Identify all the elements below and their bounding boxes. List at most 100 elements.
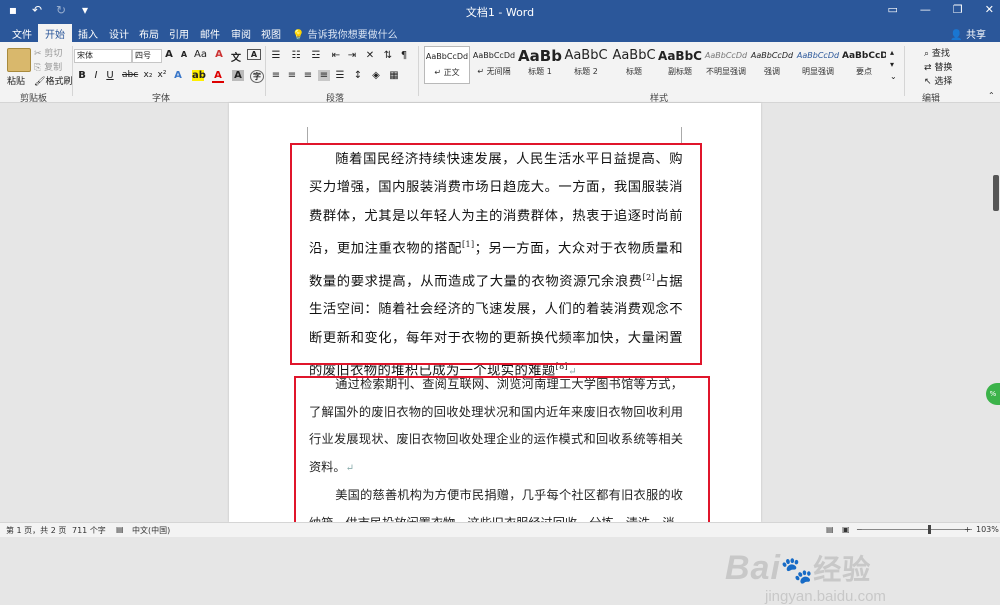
style-strong[interactable]: AaBbCcD 要点: [842, 46, 886, 82]
zoom-level[interactable]: 103%: [976, 525, 999, 534]
tab-layout[interactable]: 布局: [139, 26, 159, 41]
zoom-slider[interactable]: [862, 529, 972, 530]
subscript-icon[interactable]: x₂: [142, 70, 154, 80]
tab-review[interactable]: 审阅: [231, 26, 251, 41]
scrollbar-thumb[interactable]: [993, 175, 999, 211]
proofing-icon[interactable]: ▤: [116, 525, 124, 534]
document-page[interactable]: 随着国民经济持续快速发展，人民生活水平日益提高、购买力增强，国内服装消费市场日趋…: [229, 103, 761, 530]
cut-button[interactable]: ✂ 剪切: [34, 46, 62, 59]
replace-button[interactable]: ⇄ 替换: [924, 60, 952, 73]
increase-indent-icon[interactable]: ⇥: [346, 50, 358, 61]
sort-icon[interactable]: ⇅: [382, 50, 394, 61]
change-case-icon[interactable]: Aa: [194, 49, 207, 60]
replace-label: 替换: [934, 63, 953, 73]
tab-references[interactable]: 引用: [169, 26, 189, 41]
style-subtitle[interactable]: AaBbC 副标题: [658, 46, 702, 82]
minimize-icon[interactable]: —: [920, 3, 931, 16]
multilevel-list-icon[interactable]: ☲: [310, 50, 322, 61]
show-marks-icon[interactable]: ¶: [398, 50, 410, 61]
vertical-scrollbar[interactable]: [992, 103, 1000, 522]
word-count[interactable]: 711 个字: [72, 525, 106, 536]
watermark-logo-2: 经验: [813, 554, 872, 585]
justify-icon[interactable]: ≡: [318, 70, 330, 81]
select-label: 选择: [934, 77, 953, 87]
style-title[interactable]: AaBbC 标题: [612, 46, 656, 82]
shrink-font-icon[interactable]: A: [178, 50, 190, 59]
find-button[interactable]: ⌕ 查找: [924, 46, 950, 59]
align-left-icon[interactable]: ≡: [270, 70, 282, 81]
paste-label: 粘贴: [7, 77, 26, 87]
bold-icon[interactable]: B: [76, 70, 88, 81]
style-preview: AaBbC: [658, 49, 702, 63]
tab-home[interactable]: 开始: [38, 24, 72, 42]
style-name: 标题 1: [528, 67, 552, 76]
highlight-icon[interactable]: ab: [192, 70, 206, 81]
grow-font-icon[interactable]: A: [163, 49, 175, 60]
tell-me-search[interactable]: 💡 告诉我你想要做什么: [292, 26, 398, 41]
distributed-icon[interactable]: ☰: [334, 70, 346, 81]
decrease-indent-icon[interactable]: ⇤: [330, 50, 342, 61]
page-count[interactable]: 第 1 页，共 2 页: [6, 525, 66, 536]
zoom-slider-knob[interactable]: [928, 525, 931, 534]
tab-insert[interactable]: 插入: [78, 26, 98, 41]
paste-button[interactable]: 粘贴: [7, 48, 31, 87]
clear-formatting-icon[interactable]: A: [213, 49, 225, 60]
text-effects-icon[interactable]: A: [172, 70, 184, 81]
line-spacing-icon[interactable]: ↕: [352, 70, 364, 81]
font-color-icon[interactable]: A: [212, 70, 224, 83]
align-right-icon[interactable]: ≡: [302, 70, 314, 81]
gallery-scroll-up-icon[interactable]: ▴: [890, 48, 894, 57]
zoom-in-icon[interactable]: +: [964, 525, 971, 534]
italic-icon[interactable]: I: [90, 70, 102, 81]
style-intense-emphasis[interactable]: AaBbCcDd 明显强调: [796, 46, 840, 82]
enclose-character-icon[interactable]: A: [247, 49, 261, 60]
scissors-icon: ✂: [34, 49, 42, 59]
enclose-char-icon[interactable]: 字: [250, 70, 264, 83]
tab-file[interactable]: 文件: [12, 26, 32, 41]
font-size-dropdown[interactable]: 四号: [132, 49, 162, 63]
print-layout-icon[interactable]: ▣: [842, 525, 850, 534]
style-preview: AaBbCcDd: [704, 51, 748, 60]
restore-icon[interactable]: ❐: [953, 3, 963, 16]
borders-icon[interactable]: ▦: [388, 70, 400, 81]
shading-icon[interactable]: ◈: [370, 70, 382, 81]
character-shading-icon[interactable]: A: [232, 70, 244, 81]
style-emphasis[interactable]: AaBbCcDd 强调: [750, 46, 794, 82]
divider: [265, 46, 266, 96]
gallery-scroll-down-icon[interactable]: ▾: [890, 60, 894, 69]
title-bar: ▪ ↶ ↻ ▾ 文档1 - Word ▭ — ❐ ✕: [0, 0, 1000, 22]
style-no-spacing[interactable]: AaBbCcDd ↵ 无间隔: [472, 46, 516, 82]
copy-button[interactable]: ⎘ 复制: [34, 60, 62, 73]
close-icon[interactable]: ✕: [985, 3, 994, 16]
style-name: ↵ 正文: [434, 68, 460, 77]
gallery-more-icon[interactable]: ⌄: [890, 72, 897, 81]
chinese-layout-icon[interactable]: ✕: [364, 50, 376, 61]
collapse-ribbon-icon[interactable]: ⌃: [988, 91, 995, 100]
share-button[interactable]: 👤 共享: [950, 26, 986, 41]
underline-icon[interactable]: U: [104, 70, 116, 81]
phonetic-guide-icon[interactable]: 文: [230, 49, 242, 64]
style-heading-1[interactable]: AaBb 标题 1: [518, 46, 562, 82]
superscript-icon[interactable]: x²: [156, 70, 168, 80]
align-center-icon[interactable]: ≡: [286, 70, 298, 81]
style-normal[interactable]: AaBbCcDd ↵ 正文: [424, 46, 470, 84]
style-heading-2[interactable]: AaBbC 标题 2: [564, 46, 608, 82]
style-subtle-emphasis[interactable]: AaBbCcDd 不明显强调: [704, 46, 748, 82]
select-button[interactable]: ↖ 选择: [924, 74, 952, 87]
numbering-icon[interactable]: ☷: [290, 50, 302, 61]
language-indicator[interactable]: 中文(中国): [132, 525, 170, 536]
style-preview: AaBbC: [564, 48, 608, 63]
tab-view[interactable]: 视图: [261, 26, 281, 41]
bullets-icon[interactable]: ☰: [270, 50, 282, 61]
window-title: 文档1 - Word: [465, 6, 535, 19]
format-painter-button[interactable]: 🖌格式刷: [34, 74, 72, 87]
style-name: 不明显强调: [706, 67, 746, 76]
read-mode-icon[interactable]: ▤: [826, 525, 834, 534]
ribbon-display-options-icon[interactable]: ▭: [888, 3, 898, 16]
tab-mailings[interactable]: 邮件: [200, 26, 220, 41]
strikethrough-icon[interactable]: abc: [122, 70, 138, 80]
font-name-dropdown[interactable]: 宋体: [74, 49, 132, 63]
style-name: 要点: [856, 67, 872, 76]
margin-corner-mark: [681, 127, 698, 144]
tab-design[interactable]: 设计: [109, 26, 129, 41]
